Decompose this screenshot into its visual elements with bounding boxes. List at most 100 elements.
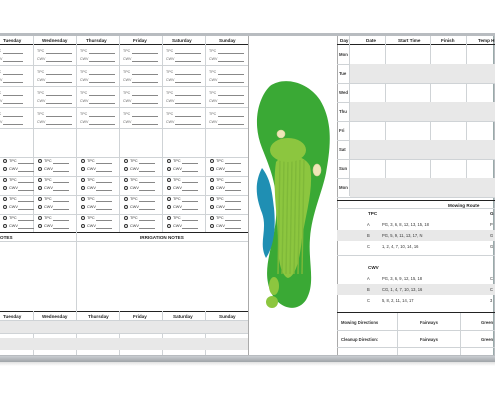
- cwv-radio[interactable]: [167, 167, 171, 171]
- cwv-radio[interactable]: [167, 186, 171, 190]
- write-line[interactable]: [139, 200, 155, 202]
- tpc-radio[interactable]: [81, 216, 85, 220]
- cwv-radio[interactable]: [38, 205, 42, 209]
- write-line[interactable]: [182, 189, 198, 191]
- tpc-radio[interactable]: [124, 159, 128, 163]
- cwv-radio[interactable]: [210, 205, 214, 209]
- cwv-radio[interactable]: [167, 205, 171, 209]
- write-line[interactable]: [3, 82, 23, 83]
- write-line[interactable]: [53, 170, 69, 172]
- write-line[interactable]: [3, 124, 23, 125]
- cwv-radio[interactable]: [210, 224, 214, 228]
- write-line[interactable]: [182, 170, 198, 172]
- write-line[interactable]: [182, 208, 198, 210]
- write-line[interactable]: [89, 61, 115, 62]
- write-line[interactable]: [182, 227, 198, 229]
- write-line[interactable]: [139, 227, 155, 229]
- cwv-radio[interactable]: [3, 205, 7, 209]
- write-line[interactable]: [175, 95, 201, 96]
- write-line[interactable]: [175, 103, 201, 104]
- write-line[interactable]: [218, 124, 244, 125]
- cwv-radio[interactable]: [3, 167, 7, 171]
- write-line[interactable]: [132, 82, 158, 83]
- write-line[interactable]: [18, 181, 34, 183]
- write-line[interactable]: [175, 116, 201, 117]
- write-line[interactable]: [175, 74, 201, 75]
- write-line[interactable]: [89, 95, 115, 96]
- write-line[interactable]: [218, 95, 244, 96]
- tpc-radio[interactable]: [81, 159, 85, 163]
- write-line[interactable]: [46, 124, 72, 125]
- write-line[interactable]: [53, 219, 69, 221]
- write-line[interactable]: [46, 103, 72, 104]
- write-line[interactable]: [182, 162, 198, 164]
- write-line[interactable]: [218, 103, 244, 104]
- tpc-radio[interactable]: [3, 159, 7, 163]
- write-line[interactable]: [225, 200, 241, 202]
- write-line[interactable]: [96, 227, 112, 229]
- write-line[interactable]: [96, 208, 112, 210]
- tpc-radio[interactable]: [3, 216, 7, 220]
- write-line[interactable]: [18, 208, 34, 210]
- write-line[interactable]: [225, 181, 241, 183]
- write-line[interactable]: [3, 103, 23, 104]
- cwv-radio[interactable]: [81, 205, 85, 209]
- tpc-radio[interactable]: [81, 197, 85, 201]
- write-line[interactable]: [3, 116, 23, 117]
- tpc-radio[interactable]: [38, 216, 42, 220]
- write-line[interactable]: [46, 53, 72, 54]
- write-line[interactable]: [3, 61, 23, 62]
- write-line[interactable]: [89, 124, 115, 125]
- tpc-radio[interactable]: [167, 178, 171, 182]
- cwv-radio[interactable]: [81, 186, 85, 190]
- write-line[interactable]: [225, 170, 241, 172]
- write-line[interactable]: [18, 170, 34, 172]
- write-line[interactable]: [46, 116, 72, 117]
- tpc-radio[interactable]: [38, 159, 42, 163]
- write-line[interactable]: [218, 61, 244, 62]
- write-line[interactable]: [53, 200, 69, 202]
- cwv-radio[interactable]: [3, 186, 7, 190]
- tpc-radio[interactable]: [124, 197, 128, 201]
- write-line[interactable]: [225, 219, 241, 221]
- cwv-radio[interactable]: [38, 167, 42, 171]
- tpc-radio[interactable]: [124, 216, 128, 220]
- write-line[interactable]: [3, 53, 23, 54]
- write-line[interactable]: [3, 95, 23, 96]
- cwv-radio[interactable]: [210, 167, 214, 171]
- write-line[interactable]: [3, 74, 23, 75]
- write-line[interactable]: [218, 74, 244, 75]
- write-line[interactable]: [46, 82, 72, 83]
- cwv-radio[interactable]: [38, 224, 42, 228]
- cwv-radio[interactable]: [124, 167, 128, 171]
- write-line[interactable]: [18, 162, 34, 164]
- write-line[interactable]: [96, 181, 112, 183]
- cwv-radio[interactable]: [81, 167, 85, 171]
- write-line[interactable]: [139, 219, 155, 221]
- cwv-radio[interactable]: [124, 186, 128, 190]
- write-line[interactable]: [132, 103, 158, 104]
- write-line[interactable]: [175, 124, 201, 125]
- write-line[interactable]: [225, 227, 241, 229]
- write-line[interactable]: [96, 162, 112, 164]
- write-line[interactable]: [225, 162, 241, 164]
- write-line[interactable]: [132, 124, 158, 125]
- write-line[interactable]: [96, 219, 112, 221]
- cwv-radio[interactable]: [124, 205, 128, 209]
- write-line[interactable]: [139, 170, 155, 172]
- write-line[interactable]: [132, 61, 158, 62]
- tpc-radio[interactable]: [167, 159, 171, 163]
- write-line[interactable]: [53, 227, 69, 229]
- write-line[interactable]: [53, 162, 69, 164]
- write-line[interactable]: [18, 200, 34, 202]
- write-line[interactable]: [53, 208, 69, 210]
- write-line[interactable]: [96, 170, 112, 172]
- write-line[interactable]: [89, 103, 115, 104]
- write-line[interactable]: [89, 82, 115, 83]
- tpc-radio[interactable]: [38, 178, 42, 182]
- write-line[interactable]: [175, 53, 201, 54]
- write-line[interactable]: [53, 181, 69, 183]
- tpc-radio[interactable]: [38, 197, 42, 201]
- write-line[interactable]: [225, 189, 241, 191]
- cwv-radio[interactable]: [3, 224, 7, 228]
